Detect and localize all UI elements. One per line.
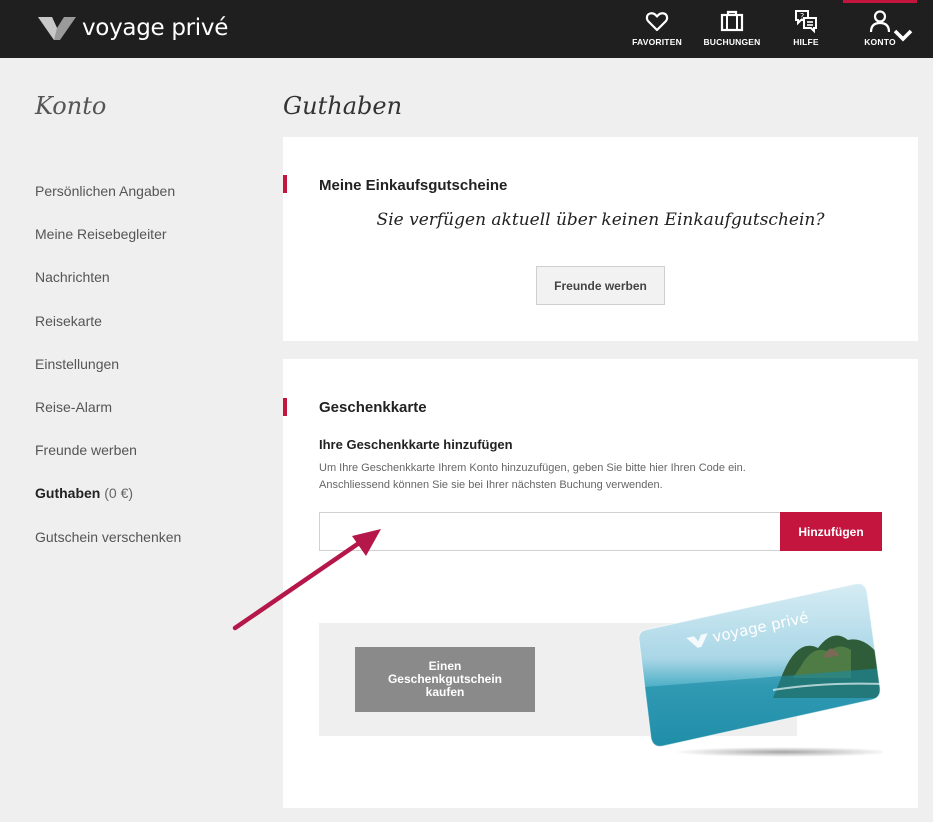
sidebar-item-reise-alarm[interactable]: Reise-Alarm bbox=[35, 399, 265, 442]
sidebar-item-label: Meine Reisebegleiter bbox=[35, 226, 167, 243]
buy-button-line: kaufen bbox=[425, 685, 465, 699]
giftcard-image: voyage privé bbox=[638, 583, 883, 757]
section-accent bbox=[283, 398, 287, 416]
sidebar-item-label: Reisekarte bbox=[35, 312, 102, 329]
sidebar-item-label: Persönlichen Angaben bbox=[35, 183, 176, 199]
giftcard-hint-line: Anschliessend können Sie sie bei Ihrer n… bbox=[319, 479, 663, 491]
user-icon bbox=[869, 10, 891, 33]
sidebar-item-label: Guthaben bbox=[35, 485, 101, 502]
svg-text:?: ? bbox=[800, 12, 804, 21]
add-giftcard-button[interactable]: Hinzufügen bbox=[780, 512, 882, 551]
main-nav: FAVORITEN BUCHUNGEN ? HILFE KONTO bbox=[0, 0, 933, 58]
account-sidebar: Persönlichen Angaben Meine Reisebegleite… bbox=[35, 183, 265, 572]
chevron-down-icon[interactable] bbox=[891, 23, 915, 47]
sidebar-item-persoenliche-angaben[interactable]: Persönlichen Angaben bbox=[35, 183, 265, 226]
nav-favoriten-label: FAVORITEN bbox=[632, 37, 682, 47]
vouchers-empty-message: Sie verfügen aktuell über keinen Einkauf… bbox=[376, 210, 825, 230]
heart-icon bbox=[645, 12, 669, 32]
sidebar-item-label: Freunde werben bbox=[35, 442, 137, 459]
sidebar-item-reisekarte[interactable]: Reisekarte bbox=[35, 313, 265, 356]
page-title: Guthaben bbox=[283, 92, 403, 120]
sidebar-item-gutschein-verschenken[interactable]: Gutschein verschenken bbox=[35, 529, 265, 572]
sidebar-item-freunde-werben[interactable]: Freunde werben bbox=[35, 442, 265, 485]
chat-help-icon: ? bbox=[795, 10, 817, 33]
sidebar-item-reisebegleiter[interactable]: Meine Reisebegleiter bbox=[35, 226, 265, 269]
sidebar-item-label: Nachrichten bbox=[35, 269, 110, 286]
sidebar-item-einstellungen[interactable]: Einstellungen bbox=[35, 356, 265, 399]
sidebar-item-label: Einstellungen bbox=[35, 355, 120, 372]
buy-giftcard-button[interactable]: Einen Geschenkgutschein kaufen bbox=[355, 647, 535, 712]
vouchers-card: Meine Einkaufsgutscheine Sie verfügen ak… bbox=[283, 137, 918, 341]
giftcard-subheading: Ihre Geschenkkarte hinzufügen bbox=[319, 437, 513, 452]
nav-hilfe-label: HILFE bbox=[793, 37, 819, 47]
sidebar-item-guthaben[interactable]: Guthaben (0 €) bbox=[35, 485, 265, 528]
section-accent bbox=[283, 175, 287, 193]
giftcard-hint-line: Um Ihre Geschenkkarte Ihrem Konto hinzuz… bbox=[319, 462, 746, 474]
giftcard-heading: Geschenkkarte bbox=[319, 399, 427, 416]
sidebar-title: Konto bbox=[35, 92, 107, 120]
sidebar-item-nachrichten[interactable]: Nachrichten bbox=[35, 269, 265, 312]
suitcase-icon bbox=[720, 10, 744, 32]
top-bar: voyage privé FAVORITEN BUCHUNGEN ? HILFE… bbox=[0, 0, 933, 58]
sidebar-item-label: Gutschein verschenken bbox=[35, 528, 182, 545]
giftcard-card: Geschenkkarte Ihre Geschenkkarte hinzufü… bbox=[283, 359, 918, 808]
nav-buchungen-label: BUCHUNGEN bbox=[703, 37, 761, 47]
nav-favoriten[interactable]: FAVORITEN bbox=[630, 0, 684, 58]
guthaben-balance: (0 €) bbox=[104, 485, 134, 502]
sidebar-item-label: Reise-Alarm bbox=[35, 398, 113, 415]
nav-hilfe[interactable]: ? HILFE bbox=[780, 0, 832, 58]
nav-buchungen[interactable]: BUCHUNGEN bbox=[700, 0, 764, 58]
refer-friends-button[interactable]: Freunde werben bbox=[536, 266, 665, 305]
giftcard-code-input[interactable] bbox=[319, 512, 781, 551]
nav-konto[interactable]: KONTO bbox=[843, 0, 917, 58]
giftcard-hint: Um Ihre Geschenkkarte Ihrem Konto hinzuz… bbox=[319, 460, 839, 494]
vouchers-heading: Meine Einkaufsgutscheine bbox=[319, 177, 508, 194]
